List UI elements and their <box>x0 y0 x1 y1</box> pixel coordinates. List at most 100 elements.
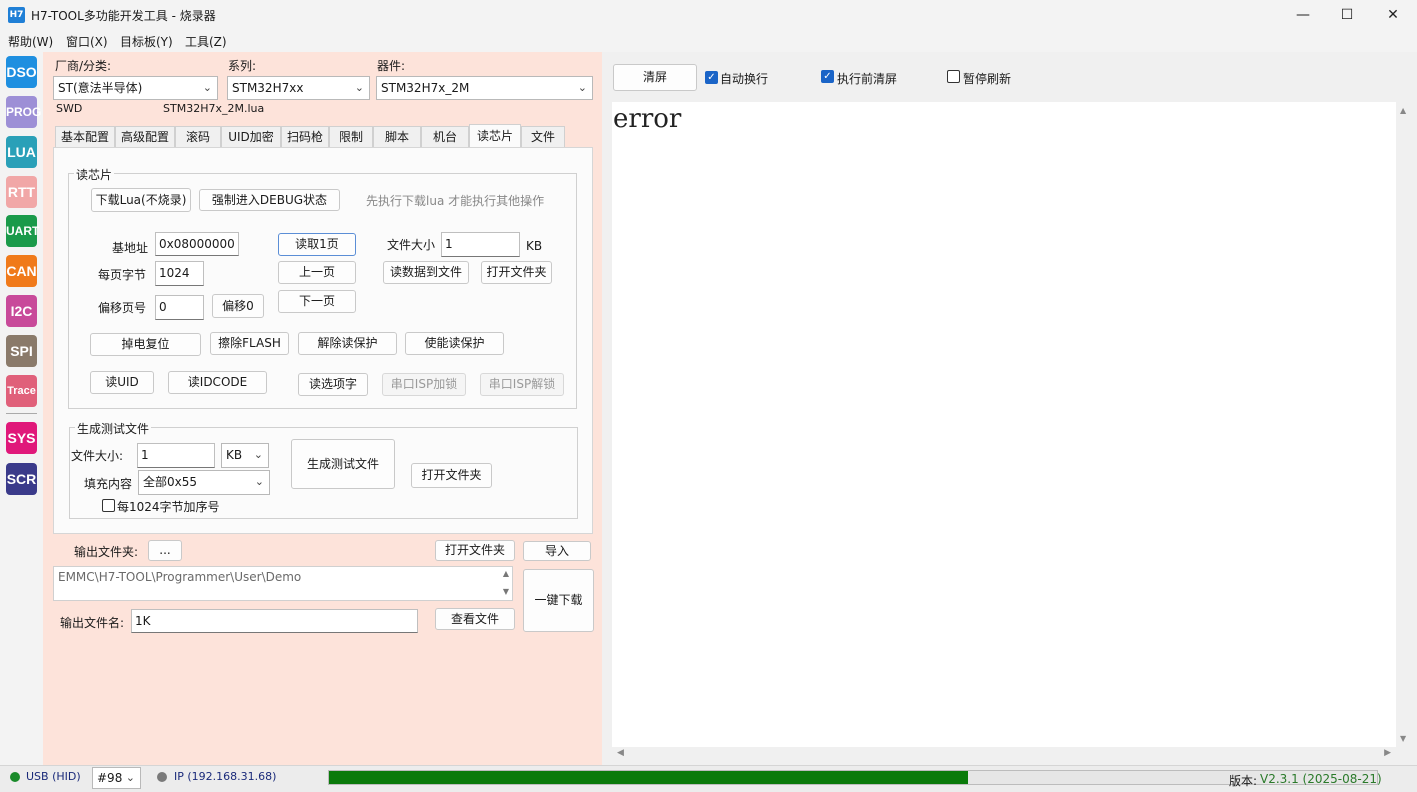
base-address-label: 基地址 <box>112 241 149 255</box>
sidebar-item-dso[interactable]: DSO <box>6 56 37 88</box>
tab-uid-encrypt[interactable]: UID加密 <box>221 126 281 148</box>
pause-refresh-label: 暂停刷新 <box>963 72 1012 86</box>
read-option-bytes-button[interactable]: 读选项字 <box>298 373 368 396</box>
erase-flash-button[interactable]: 擦除FLASH <box>210 332 289 355</box>
output-folder-label: 输出文件夹: <box>74 545 139 559</box>
chevron-down-icon: ⌄ <box>253 448 263 461</box>
bytes-per-page-input[interactable]: 1024 <box>155 261 204 286</box>
series-value: STM32H7xx <box>232 81 304 95</box>
menu-help[interactable]: 帮助(W) <box>8 33 53 50</box>
power-reset-button[interactable]: 掉电复位 <box>90 333 201 356</box>
browse-folder-button[interactable]: ... <box>148 540 182 561</box>
read-open-folder-button[interactable]: 打开文件夹 <box>481 261 552 284</box>
tab-rolling-code[interactable]: 滚码 <box>175 126 221 148</box>
scroll-up-icon[interactable]: ▲ <box>1400 106 1406 115</box>
scroll-up-icon[interactable]: ▲ <box>503 569 509 578</box>
device-select[interactable]: STM32H7x_2M ⌄ <box>376 76 593 100</box>
read-one-page-button[interactable]: 读取1页 <box>278 233 356 256</box>
menu-tools[interactable]: 工具(Z) <box>185 33 227 50</box>
seq-number-checkbox[interactable] <box>102 499 115 512</box>
vendor-label: 厂商/分类: <box>55 59 112 73</box>
tab-file[interactable]: 文件 <box>521 126 565 148</box>
menu-window[interactable]: 窗口(X) <box>66 33 108 50</box>
menu-target-board[interactable]: 目标板(Y) <box>120 33 173 50</box>
fill-content-select[interactable]: 全部0x55 ⌄ <box>138 470 270 495</box>
sidebar-item-trace[interactable]: Trace <box>6 375 37 407</box>
minimize-button[interactable]: — <box>1280 0 1326 30</box>
tab-machine[interactable]: 机台 <box>421 126 469 148</box>
tab-read-chip[interactable]: 读芯片 <box>469 124 521 147</box>
read-file-size-unit: KB <box>526 239 543 253</box>
enable-read-protect-button[interactable]: 使能读保护 <box>405 332 504 355</box>
sidebar-item-rtt[interactable]: RTT <box>6 176 37 208</box>
scroll-down-icon[interactable]: ▼ <box>1400 734 1406 743</box>
clear-screen-button[interactable]: 清屏 <box>613 64 697 91</box>
log-vscrollbar[interactable]: ▲ ▼ <box>1396 102 1412 747</box>
pause-refresh-checkbox[interactable] <box>947 70 960 83</box>
tab-basic-config[interactable]: 基本配置 <box>55 126 115 148</box>
auto-wrap-checkbox[interactable]: ✓ <box>705 71 718 84</box>
sidebar-item-i2c[interactable]: I2C <box>6 295 37 327</box>
log-output-area[interactable] <box>612 102 1396 747</box>
read-uid-button[interactable]: 读UID <box>90 371 154 394</box>
version-label: 版本: <box>1229 774 1258 788</box>
tab-limit[interactable]: 限制 <box>329 126 373 148</box>
vendor-value: ST(意法半导体) <box>58 81 143 95</box>
output-filename-input[interactable]: 1K <box>131 609 418 633</box>
device-label: 器件: <box>377 59 406 73</box>
next-page-button[interactable]: 下一页 <box>278 290 356 313</box>
sidebar-item-lua[interactable]: LUA <box>6 136 37 168</box>
view-file-button[interactable]: 查看文件 <box>435 608 515 630</box>
scroll-right-icon[interactable]: ▶ <box>1384 748 1391 758</box>
offset-page-input[interactable]: 0 <box>155 295 204 320</box>
generate-test-file-button[interactable]: 生成测试文件 <box>291 439 395 489</box>
output-path-textarea[interactable]: EMMC\H7-TOOL\Programmer\User\Demo ▲ ▼ <box>53 566 513 601</box>
gen-file-size-input[interactable]: 1 <box>137 443 215 468</box>
one-click-download-button[interactable]: 一键下载 <box>523 569 594 632</box>
sidebar-item-spi[interactable]: SPI <box>6 335 37 367</box>
force-debug-button[interactable]: 强制进入DEBUG状态 <box>199 189 340 211</box>
clear-before-run-checkbox[interactable]: ✓ <box>821 70 834 83</box>
output-open-folder-button[interactable]: 打开文件夹 <box>435 540 515 561</box>
ip-status-label: IP (192.168.31.68) <box>174 770 277 783</box>
menu-bar: 帮助(W) 窗口(X) 目标板(Y) 工具(Z) <box>0 30 1417 52</box>
ip-status-icon <box>157 772 167 782</box>
remove-read-protect-button[interactable]: 解除读保护 <box>298 332 397 355</box>
fill-content-value: 全部0x55 <box>143 475 198 489</box>
sidebar-item-can[interactable]: CAN <box>6 255 37 287</box>
read-idcode-button[interactable]: 读IDCODE <box>168 371 267 394</box>
gen-unit-select[interactable]: KB ⌄ <box>221 443 269 468</box>
maximize-button[interactable]: ☐ <box>1324 0 1370 30</box>
fill-content-label: 填充内容 <box>84 477 133 491</box>
chevron-down-icon: ⌄ <box>354 81 364 94</box>
device-number-value: #98 <box>97 771 123 785</box>
tab-script[interactable]: 脚本 <box>373 126 421 148</box>
device-number-select[interactable]: #98 ⌄ <box>92 767 141 789</box>
prev-page-button[interactable]: 上一页 <box>278 261 356 284</box>
series-select[interactable]: STM32H7xx ⌄ <box>227 76 370 100</box>
import-button[interactable]: 导入 <box>523 541 591 561</box>
read-to-file-button[interactable]: 读数据到文件 <box>383 261 469 284</box>
uart-isp-unlock-button[interactable]: 串口ISP解锁 <box>480 373 564 396</box>
sidebar-item-scr[interactable]: SCR <box>6 463 37 495</box>
uart-isp-lock-button[interactable]: 串口ISP加锁 <box>382 373 466 396</box>
scroll-down-icon[interactable]: ▼ <box>503 587 509 596</box>
tab-advanced-config[interactable]: 高级配置 <box>115 126 175 148</box>
sidebar-item-sys[interactable]: SYS <box>6 422 37 454</box>
gen-open-folder-button[interactable]: 打开文件夹 <box>411 463 492 488</box>
offset-zero-button[interactable]: 偏移0 <box>212 294 264 318</box>
scroll-left-icon[interactable]: ◀ <box>617 748 624 758</box>
tab-scanner[interactable]: 扫码枪 <box>281 126 329 148</box>
sidebar-item-uart[interactable]: UART <box>6 215 39 247</box>
output-filename-label: 输出文件名: <box>60 616 125 630</box>
chevron-down-icon: ⌄ <box>202 81 212 94</box>
read-file-size-input[interactable]: 1 <box>441 232 520 257</box>
gen-unit-value: KB <box>226 448 243 462</box>
log-hscrollbar[interactable]: ◀ ▶ <box>612 747 1396 761</box>
sidebar-item-prog[interactable]: PROG <box>6 96 41 128</box>
download-lua-button[interactable]: 下载Lua(不烧录) <box>91 188 191 212</box>
series-label: 系列: <box>228 59 257 73</box>
base-address-input[interactable]: 0x08000000 <box>155 232 239 256</box>
vendor-select[interactable]: ST(意法半导体) ⌄ <box>53 76 218 100</box>
close-button[interactable]: ✕ <box>1370 0 1416 30</box>
